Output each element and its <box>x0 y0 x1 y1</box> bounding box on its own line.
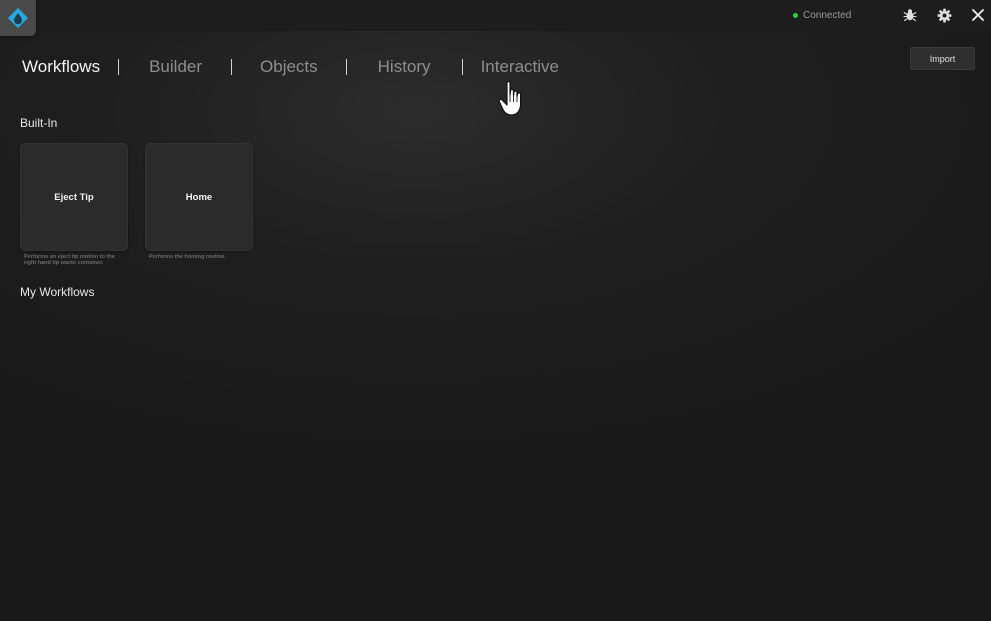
workflow-card-eject-tip[interactable]: Eject Tip <box>20 143 128 251</box>
close-icon[interactable] <box>969 6 987 24</box>
hand-cursor-icon <box>498 80 522 116</box>
tab-divider <box>461 59 463 75</box>
builtin-section-title: Built-In <box>20 116 58 130</box>
title-bar: Connected <box>0 0 991 36</box>
bug-icon[interactable] <box>901 6 919 24</box>
tab-history[interactable]: History <box>378 57 431 77</box>
status-label: Connected <box>803 9 852 21</box>
connection-status: Connected <box>793 8 851 22</box>
workflow-card-home[interactable]: Home <box>145 143 253 251</box>
tab-divider <box>345 59 347 75</box>
workflow-card-description: Performs the homing routine. <box>149 254 227 260</box>
tab-divider <box>231 59 233 75</box>
tab-builder[interactable]: Builder <box>149 57 202 77</box>
status-dot-icon <box>793 12 798 18</box>
gear-icon[interactable] <box>935 6 953 24</box>
workflow-card-description: Performs an eject tip motion to the righ… <box>24 254 115 266</box>
app-logo[interactable] <box>0 0 36 36</box>
droplet-logo-icon <box>8 8 28 28</box>
workflow-card-title: Eject Tip <box>54 191 94 203</box>
main-nav: Workflows Builder Objects History Intera… <box>22 55 559 79</box>
tab-objects[interactable]: Objects <box>260 57 318 77</box>
my-workflows-section-title: My Workflows <box>20 285 95 299</box>
workflow-card-title: Home <box>185 191 213 203</box>
import-button[interactable]: Import <box>910 47 975 70</box>
tab-interactive[interactable]: Interactive <box>481 57 559 77</box>
tab-workflows[interactable]: Workflows <box>22 57 100 77</box>
tab-divider <box>118 59 120 75</box>
